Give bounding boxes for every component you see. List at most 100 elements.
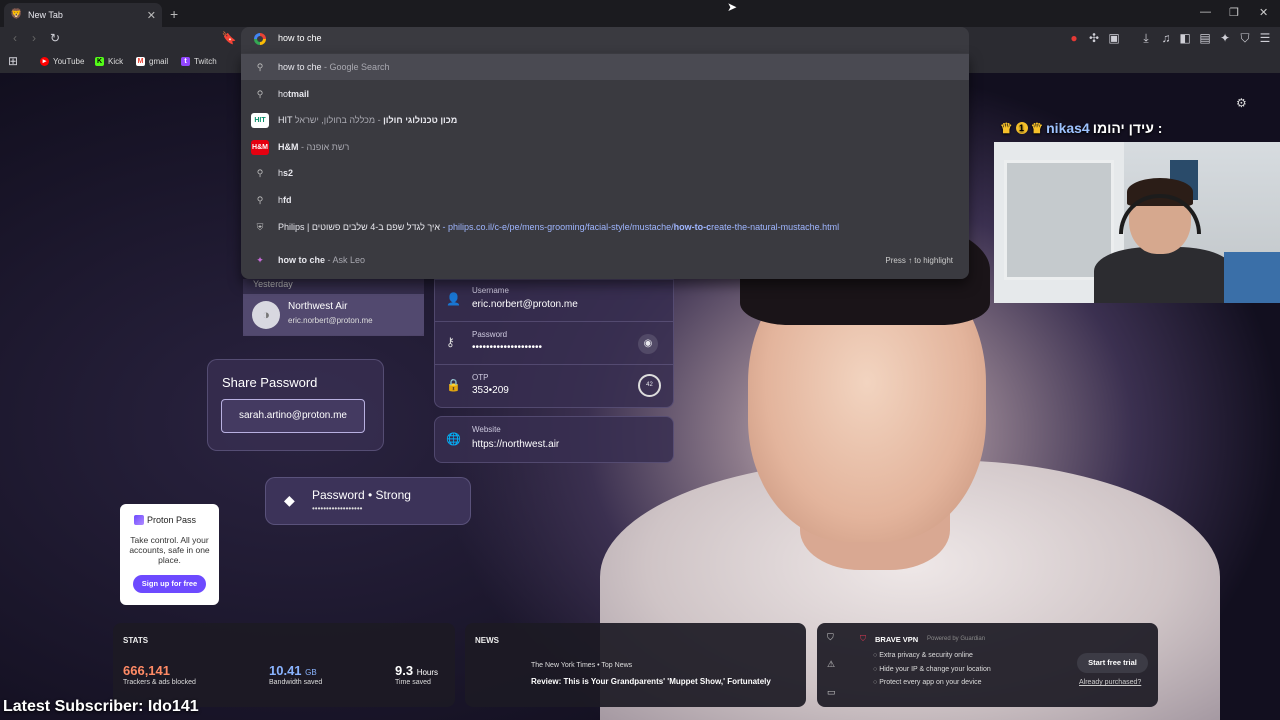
suggestion-ask-leo[interactable]: ✦ how to che - Ask Leo Press ↑ to highli… [241, 247, 969, 273]
news-title: NEWS [475, 636, 499, 645]
gmail-icon: M [136, 57, 145, 66]
media-icon[interactable]: ♫ [1158, 31, 1174, 45]
kick-icon: K [95, 57, 104, 66]
vpn-shield-icon: ⛉ [827, 632, 834, 642]
otp-timer: 42 [638, 374, 661, 397]
already-purchased-link[interactable]: Already purchased? [1079, 679, 1141, 686]
diamond-icon: ◆ [284, 492, 295, 508]
suggestion-desc: - Ask Leo [325, 255, 366, 265]
vpn-feature: Hide your IP & change your location [873, 666, 991, 673]
extensions-icon[interactable]: ✣ [1086, 31, 1102, 45]
bookmark-twitch[interactable]: t Twitch [181, 57, 217, 66]
field-label: Username [472, 286, 509, 295]
download-icon[interactable]: ⤓ [1138, 31, 1154, 46]
field-value: eric.norbert@proton.me [472, 299, 578, 310]
warning-icon: ⚠ [827, 659, 836, 669]
field-value: •••••••••••••••••••• [472, 342, 543, 353]
wallet-icon[interactable]: ▤ [1197, 31, 1213, 45]
vpn-feature: Extra privacy & security online [873, 652, 973, 659]
password-field: ⚷ Password •••••••••••••••••••• ◉ [434, 322, 674, 365]
bookmark-kick[interactable]: K Kick [95, 57, 123, 66]
forward-icon[interactable]: › [26, 31, 42, 45]
suggestion-desc: - רשת אופנה [298, 142, 350, 152]
strength-label: Password • Strong [312, 488, 411, 502]
suggestion-hotmail[interactable]: ⚲ hotmail [241, 81, 969, 107]
suggestion-google-search[interactable]: ⚲ how to che - Google Search [241, 54, 969, 80]
password-strength-card: ◆ Password • Strong •••••••••••••••••• [265, 477, 471, 525]
suggestion-bold: tmail [288, 89, 310, 99]
news-headline[interactable]: Review: This is Your Grandparents' 'Mupp… [531, 677, 771, 686]
suggestion-text: Philips | איך לגדל שפם ב-4 שלבים פשוטים [278, 222, 441, 232]
suggestion-hs2[interactable]: ⚲ hs2 [241, 160, 969, 186]
suggestion-hfd[interactable]: ⚲ hfd [241, 187, 969, 213]
bookmark-gmail[interactable]: M gmail [136, 57, 168, 66]
suggestion-hm[interactable]: H&M H&M - רשת אופנה [241, 134, 969, 160]
close-tab-icon[interactable]: ✕ [147, 9, 156, 22]
video-icon: ▭ [827, 687, 836, 697]
sign-up-button[interactable]: Sign up for free [133, 575, 206, 593]
brave-shields-icon[interactable]: ● [1066, 31, 1082, 45]
back-icon[interactable]: ‹ [7, 31, 23, 45]
hm-favicon-icon: H&M [251, 139, 269, 155]
time-number: 9.3 [395, 663, 414, 678]
leo-ai-icon[interactable]: ✦ [1217, 31, 1233, 45]
field-value: 353•209 [472, 385, 509, 396]
vpn-shield-icon[interactable]: ⛉ [1237, 31, 1253, 46]
start-free-trial-button[interactable]: Start free trial [1077, 653, 1148, 673]
tab-title: New Tab [28, 10, 63, 20]
otp-field: 🔒 OTP 353•209 42 [434, 365, 674, 408]
restore-icon[interactable]: ❐ [1229, 6, 1239, 19]
minimize-icon[interactable]: — [1200, 6, 1211, 18]
tab-search-icon[interactable]: ▣ [1106, 31, 1122, 45]
field-label: Password [472, 330, 508, 339]
sidebar-icon[interactable]: ◧ [1177, 31, 1193, 45]
leo-icon: ✦ [256, 254, 264, 265]
close-window-icon[interactable]: ✕ [1259, 6, 1268, 19]
omnibox-suggestions: ⚲ how to che - Google Search ⚲ hotmail H… [241, 53, 969, 279]
address-input[interactable] [278, 33, 778, 43]
youtube-icon: ▸ [40, 57, 49, 66]
bookmark-label: Kick [108, 57, 124, 66]
user-icon: 👤 [446, 292, 461, 306]
share-title: Share Password [222, 375, 318, 390]
globe-icon: 🌐 [446, 432, 461, 446]
suggestion-philips[interactable]: ⛨ Philips | איך לגדל שפם ב-4 שלבים פשוטי… [241, 214, 969, 240]
field-label: Website [472, 425, 501, 434]
proton-pass-promo: Proton Pass Take control. All your accou… [120, 504, 219, 605]
avatar: ◑ [252, 301, 280, 329]
field-value: https://northwest.air [472, 439, 560, 450]
menu-icon[interactable]: ☰ [1257, 31, 1273, 45]
crown-icon: ♛ [1000, 119, 1013, 136]
suggestion-hit[interactable]: HIT HIT מכון טכנולוגי חולון - מכללה בחול… [241, 107, 969, 133]
website-field: 🌐 Website https://northwest.air [434, 416, 674, 463]
streamer-name-overlay: ♛ 1 ♛ nikas4 עידן יהומו : [1000, 117, 1280, 139]
search-icon: ⚲ [256, 167, 264, 178]
trackers-label: Trackers & ads blocked [123, 679, 196, 686]
apps-grid-icon[interactable]: ⊞ [5, 54, 21, 68]
suggestion-url: - philips.co.il/c-e/pe/mens-grooming/fac… [440, 222, 674, 232]
suggestion-bold: how to che [278, 255, 325, 265]
share-email: sarah.artino@proton.me [221, 399, 365, 433]
trackers-value: 666,141 [123, 663, 170, 678]
bandwidth-label: Bandwidth saved [269, 679, 323, 686]
reload-icon[interactable]: ↻ [47, 31, 63, 45]
philips-shield-icon: ⛨ [256, 221, 264, 232]
bookmark-icon[interactable]: 🔖 [221, 31, 237, 45]
suggestion-text: how to che [278, 62, 322, 72]
nickname: nikas4 [1046, 120, 1090, 136]
tab-new-tab[interactable]: 🦁 New Tab ✕ [4, 3, 162, 27]
search-icon: ⚲ [256, 61, 264, 72]
customize-gear-icon[interactable]: ⚙ [1236, 96, 1247, 110]
vpn-title: BRAVE VPN [875, 635, 919, 644]
suggestion-desc: - מכללה בחולון, ישראל [294, 115, 384, 125]
new-tab-button[interactable]: + [170, 6, 178, 22]
suggestion-url: reate-the-natural-mustache.html [711, 222, 840, 232]
bookmark-youtube[interactable]: ▸ YouTube [40, 57, 84, 66]
address-bar[interactable]: G [241, 27, 969, 53]
news-source: The New York Times • Top News [531, 662, 633, 669]
brave-lion-icon: 🦁 [10, 9, 23, 20]
bookmark-label: YouTube [53, 57, 85, 66]
lock-icon: 🔒 [446, 378, 461, 392]
news-widget[interactable]: NEWS [465, 623, 806, 707]
name-hebrew: עידן יהומו : [1092, 120, 1163, 136]
